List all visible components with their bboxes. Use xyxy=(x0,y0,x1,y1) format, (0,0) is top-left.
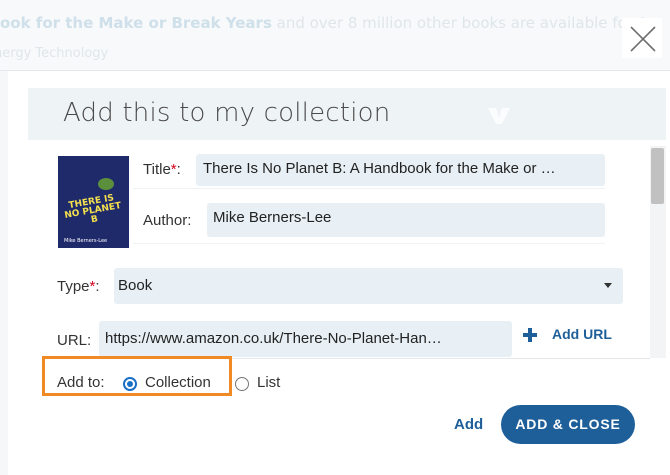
author-label: Author: xyxy=(143,212,192,229)
background-page-header: ook for the Make or Break Years and over… xyxy=(0,0,670,71)
background-banner: ook for the Make or Break Years and over… xyxy=(0,14,663,32)
close-icon xyxy=(630,26,656,52)
title-label-colon: : xyxy=(176,161,181,178)
type-label: Type*: xyxy=(57,278,100,295)
dialog-header: Add this to my collection xyxy=(28,88,666,140)
background-banner-title: ook for the Make or Break Years xyxy=(0,14,272,32)
add-and-close-button[interactable]: ADD & CLOSE xyxy=(501,405,635,444)
list-radio-label[interactable]: List xyxy=(257,374,280,391)
type-label-colon: : xyxy=(95,278,100,295)
dialog-title: Add this to my collection xyxy=(63,98,391,128)
add-to-label: Add to: xyxy=(57,374,105,391)
divider xyxy=(133,243,605,244)
author-field[interactable]: Mike Berners-Lee xyxy=(207,203,605,237)
url-field[interactable]: https://www.amazon.co.uk/There-No-Planet… xyxy=(99,321,512,357)
type-label-text: Type xyxy=(57,278,90,295)
logo-icon xyxy=(488,108,510,124)
close-button[interactable] xyxy=(622,18,662,58)
collection-radio[interactable] xyxy=(123,377,137,391)
book-cover-image: THERE IS NO PLANET B Mike Berners-Lee xyxy=(58,156,129,248)
list-radio[interactable] xyxy=(235,377,249,391)
url-label: URL: xyxy=(57,332,92,349)
add-url-label: Add URL xyxy=(552,326,612,342)
background-banner-rest: and over 8 million other books are avail… xyxy=(271,14,663,32)
watermark-logo xyxy=(488,108,608,124)
title-field[interactable]: There Is No Planet B: A Handbook for the… xyxy=(196,154,605,186)
plus-icon xyxy=(523,328,537,342)
cover-author: Mike Berners-Lee xyxy=(64,238,108,244)
title-label-text: Title xyxy=(143,161,171,178)
background-subtitle: nergy Technology xyxy=(0,46,109,61)
type-select[interactable]: Book xyxy=(114,268,623,304)
chevron-down-icon xyxy=(604,283,612,288)
dialog-left-edge xyxy=(0,71,8,475)
scrollbar-thumb[interactable] xyxy=(651,148,664,204)
cover-title: THERE IS NO PLANET B xyxy=(63,193,123,226)
title-label: Title*: xyxy=(143,161,181,178)
collection-radio-label[interactable]: Collection xyxy=(145,374,211,391)
divider xyxy=(133,188,605,189)
cover-planet-graphic xyxy=(98,178,114,190)
add-button[interactable]: Add xyxy=(454,416,483,433)
